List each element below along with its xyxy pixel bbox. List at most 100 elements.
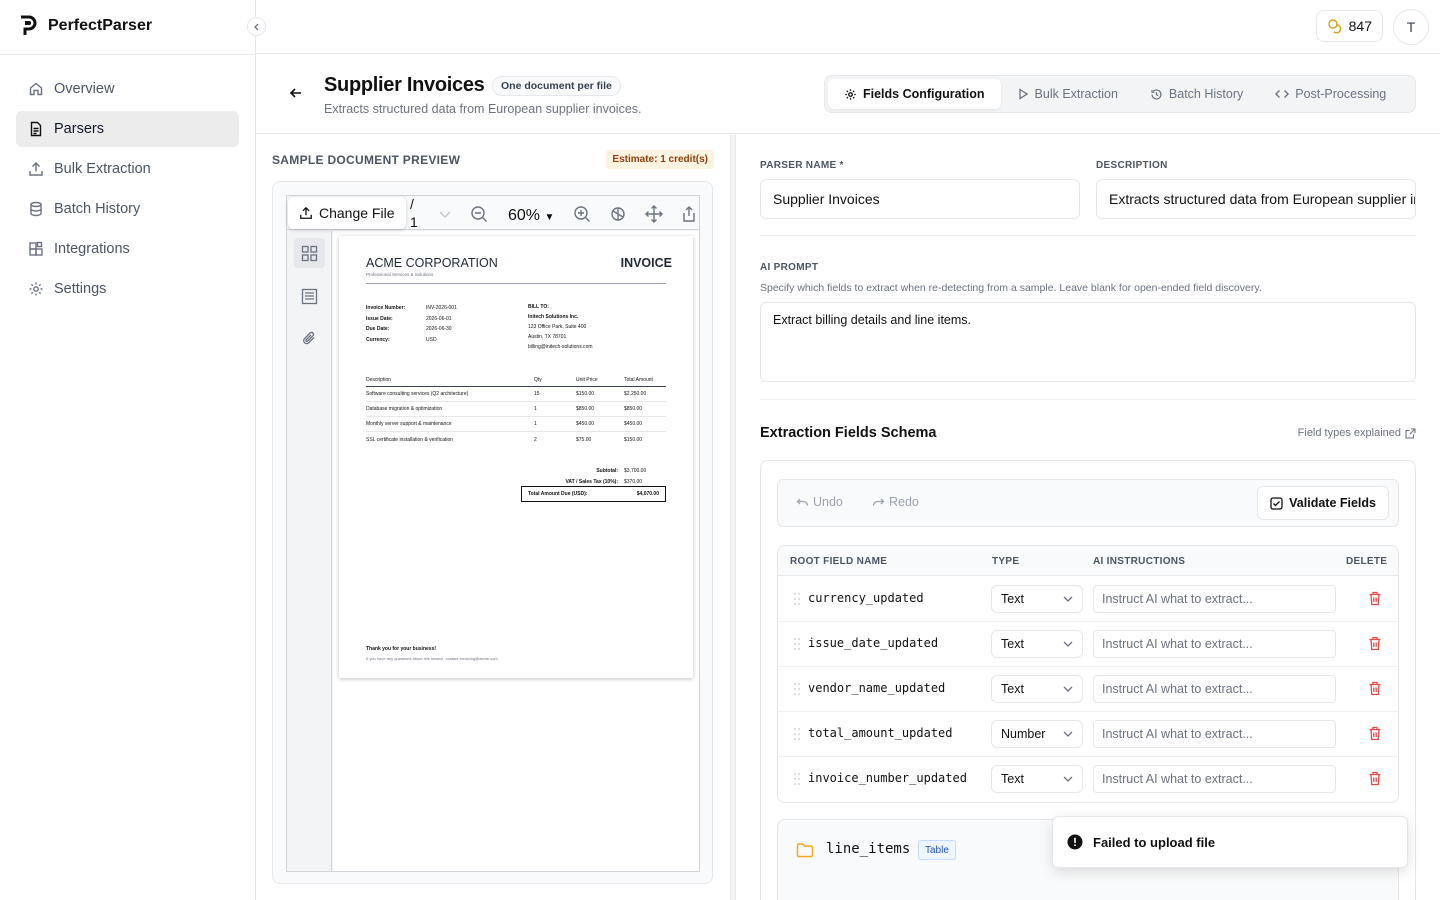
- grid-view-button[interactable]: [294, 238, 325, 268]
- field-types-link[interactable]: Field types explained: [1298, 427, 1416, 439]
- invoice-header-rule: [366, 283, 666, 284]
- app-logo[interactable]: PerfectParser: [18, 15, 152, 37]
- attachments-button[interactable]: [294, 323, 325, 353]
- sidebar-item-settings[interactable]: Settings: [16, 271, 239, 307]
- tab-label: Batch History: [1168, 87, 1244, 101]
- bill-to-city: Austin, TX 78701: [528, 334, 567, 340]
- viewer-toolbar: Change File /1 60% ▼: [287, 196, 699, 230]
- type-select[interactable]: Text: [991, 765, 1083, 793]
- redo-button[interactable]: Redo: [872, 495, 919, 509]
- col-root-field-name: ROOT FIELD NAME: [790, 555, 888, 567]
- bill-to-block: BILL TO: Initech Solutions Inc. 123 Offi…: [528, 302, 593, 352]
- total-due-label: Total Amount Due (USD):: [528, 491, 588, 497]
- invoice-tagline: Professional Services & Solutions: [366, 272, 434, 277]
- sidebar-item-batch-history[interactable]: Batch History: [16, 191, 239, 227]
- description-label: DESCRIPTION: [1096, 160, 1168, 171]
- type-select[interactable]: Text: [991, 675, 1083, 703]
- credits-badge[interactable]: 847: [1315, 10, 1383, 42]
- sidebar-item-integrations[interactable]: Integrations: [16, 231, 239, 267]
- database-icon: [30, 201, 42, 217]
- field-name[interactable]: issue_date_updated: [808, 636, 938, 650]
- preview-container: Change File /1 60% ▼ ACME CORPORATION Pr…: [272, 181, 713, 884]
- table-header: Description Qty Unit Price Total Amount: [366, 377, 666, 387]
- undo-button[interactable]: Undo: [796, 495, 843, 509]
- trash-icon[interactable]: [1368, 636, 1382, 651]
- zoom-in-icon[interactable]: [573, 205, 591, 223]
- field-name[interactable]: currency_updated: [808, 591, 924, 605]
- rotate-icon[interactable]: [609, 205, 627, 223]
- invoice-footer: If you have any questions about this inv…: [366, 656, 498, 661]
- page-separator: /: [410, 196, 414, 212]
- sidebar-item-bulk-extraction[interactable]: Bulk Extraction: [16, 151, 239, 187]
- drag-handle-icon[interactable]: [793, 637, 801, 651]
- document-canvas[interactable]: ACME CORPORATION Professional Services &…: [333, 231, 699, 871]
- tab-label: Post-Processing: [1295, 87, 1387, 101]
- parser-name-input[interactable]: Supplier Invoices: [760, 179, 1080, 219]
- play-icon: [1018, 88, 1028, 100]
- trash-icon[interactable]: [1368, 726, 1382, 741]
- invoice-meta: Invoice Number: INV-2026-001 Issue Date: 2…: [366, 303, 486, 345]
- type-select[interactable]: Number: [991, 720, 1083, 748]
- collapse-sidebar-button[interactable]: [247, 17, 266, 36]
- description-input[interactable]: Extracts structured data from European s…: [1096, 179, 1416, 219]
- back-arrow-icon[interactable]: [288, 85, 304, 101]
- share-icon[interactable]: [680, 205, 698, 223]
- outline-button[interactable]: [294, 281, 325, 311]
- subtotal-value: $3,700.00: [624, 468, 647, 474]
- sidebar-item-parsers[interactable]: Parsers: [16, 111, 239, 147]
- total-due-box: Total Amount Due (USD): $4,070.00: [521, 486, 666, 502]
- col-type: TYPE: [992, 555, 1020, 567]
- type-select[interactable]: Text: [991, 630, 1083, 658]
- totals-values: $3,700.00 $370.00: [624, 466, 646, 488]
- ai-instructions-input[interactable]: Instruct AI what to extract...: [1093, 720, 1336, 748]
- field-types-label: Field types explained: [1297, 427, 1401, 439]
- trash-icon[interactable]: [1368, 591, 1382, 606]
- page-subtitle: Extracts structured data from European s…: [324, 102, 642, 116]
- invoice-company: ACME CORPORATION: [366, 256, 498, 270]
- drag-handle-icon[interactable]: [793, 727, 801, 741]
- section-divider: [760, 235, 1416, 236]
- ai-instructions-input[interactable]: Instruct AI what to extract...: [1093, 585, 1336, 613]
- bill-to-label: BILL TO:: [528, 304, 549, 310]
- validate-fields-button[interactable]: Validate Fields: [1257, 486, 1389, 520]
- config-panel: PARSER NAME * Supplier Invoices DESCRIPT…: [736, 135, 1440, 900]
- drag-handle-icon[interactable]: [793, 682, 801, 696]
- trash-icon[interactable]: [1368, 771, 1382, 786]
- field-name[interactable]: vendor_name_updated: [808, 681, 945, 695]
- bill-to-name: Initech Solutions Inc.: [528, 314, 579, 320]
- user-avatar[interactable]: T: [1393, 9, 1429, 45]
- ai-prompt-textarea[interactable]: Extract billing details and line items.: [760, 302, 1416, 382]
- trash-icon[interactable]: [1368, 681, 1382, 696]
- change-file-label: Change File: [319, 205, 395, 221]
- invoice-page: ACME CORPORATION Professional Services &…: [339, 236, 693, 678]
- field-name[interactable]: invoice_number_updated: [808, 771, 967, 785]
- chevron-left-icon: [253, 23, 258, 30]
- field-name[interactable]: total_amount_updated: [808, 726, 953, 740]
- zoom-out-icon[interactable]: [470, 205, 488, 223]
- pan-icon[interactable]: [645, 205, 663, 223]
- code-icon: [1275, 90, 1290, 98]
- tab-bulk-extraction[interactable]: Bulk Extraction: [1001, 79, 1134, 109]
- ai-instructions-input[interactable]: Instruct AI what to extract...: [1093, 675, 1336, 703]
- chevron-down-icon[interactable]: [436, 205, 454, 223]
- sidebar: PerfectParser Overview Parsers Bulk Extr…: [0, 0, 256, 900]
- zoom-select[interactable]: 60% ▼: [508, 207, 554, 225]
- change-file-button[interactable]: Change File: [288, 197, 406, 229]
- ai-instructions-input[interactable]: Instruct AI what to extract...: [1093, 765, 1336, 793]
- table-row: currency_updated Text Instruct AI what t…: [778, 577, 1398, 622]
- bill-to-address: 123 Office Park, Suite 400: [528, 324, 587, 330]
- drag-handle-icon[interactable]: [793, 772, 801, 786]
- ai-instructions-input[interactable]: Instruct AI what to extract...: [1093, 630, 1336, 658]
- tab-post-processing[interactable]: Post-Processing: [1259, 79, 1402, 109]
- drag-handle-icon[interactable]: [793, 592, 801, 606]
- table-header: ROOT FIELD NAME TYPE AI INSTRUCTIONS DEL…: [778, 546, 1398, 576]
- sidebar-item-label: Overview: [54, 81, 115, 97]
- type-select[interactable]: Text: [991, 585, 1083, 613]
- parser-name-label: PARSER NAME *: [760, 160, 844, 171]
- line-items-table: Description Qty Unit Price Total Amount Sof…: [366, 377, 666, 447]
- tab-batch-history[interactable]: Batch History: [1134, 79, 1259, 109]
- page-title: Supplier Invoices: [324, 74, 485, 96]
- tab-fields-configuration[interactable]: Fields Configuration: [828, 79, 1001, 109]
- sidebar-item-overview[interactable]: Overview: [16, 71, 239, 107]
- total-due-value: $4,070.00: [636, 491, 659, 497]
